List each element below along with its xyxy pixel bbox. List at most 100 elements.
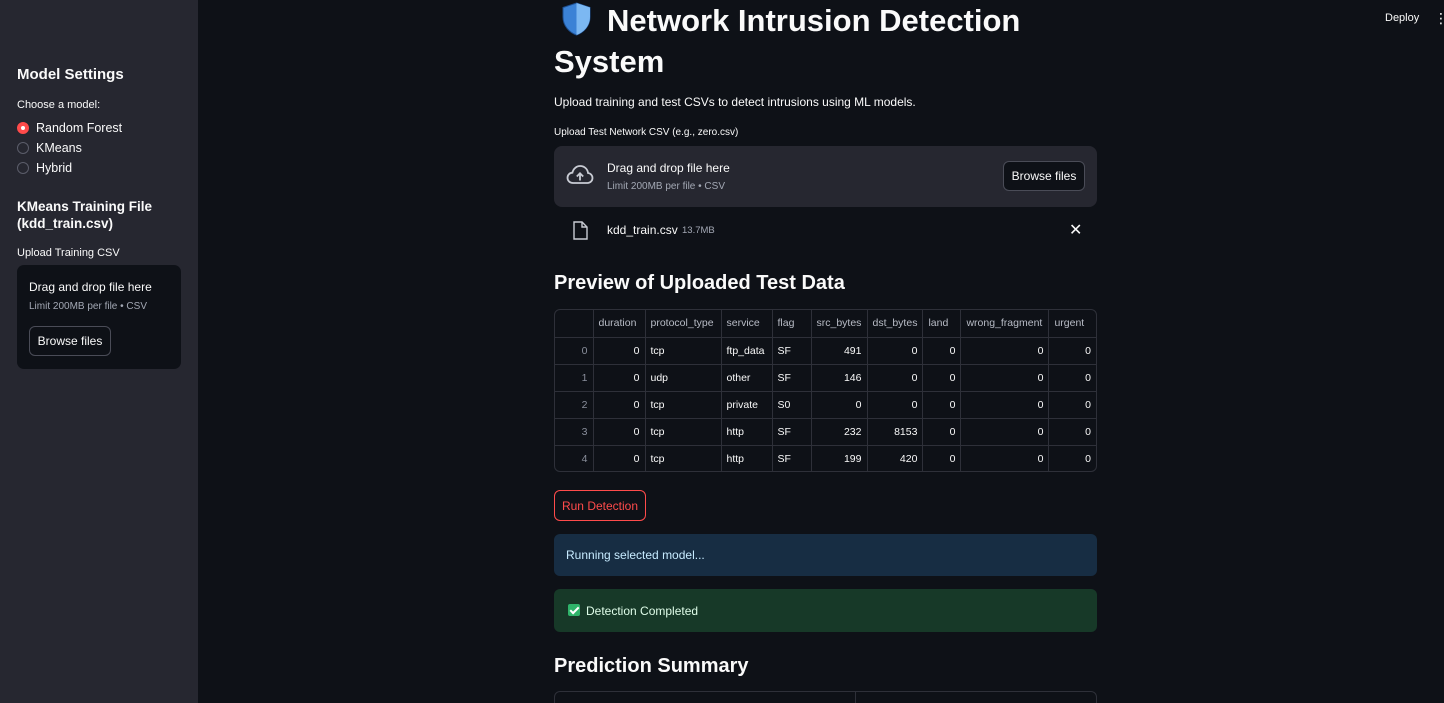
table-cell[interactable]: 0 <box>922 445 962 471</box>
column-header[interactable]: src_bytes <box>811 310 868 338</box>
table-cell[interactable]: ftp_data <box>721 337 773 365</box>
table-cell[interactable]: S0 <box>772 391 812 419</box>
check-icon <box>568 603 580 616</box>
file-icon <box>573 221 588 240</box>
table-cell[interactable]: 0 <box>1049 445 1096 471</box>
table-row: 0 0 tcp ftp_data SF 491 0 0 0 0 <box>555 337 1096 365</box>
table-cell[interactable]: 0 <box>922 418 962 446</box>
dropzone-text: Drag and drop file here <box>607 161 730 175</box>
table-cell[interactable]: 0 <box>960 391 1050 419</box>
table-cell[interactable]: private <box>721 391 773 419</box>
radio-kmeans[interactable]: KMeans <box>17 141 82 155</box>
test-dropzone[interactable]: Drag and drop file here Limit 200MB per … <box>554 146 1097 207</box>
run-detection-button[interactable]: Run Detection <box>554 490 646 521</box>
table-cell[interactable]: 0 <box>960 445 1050 471</box>
table-cell[interactable]: 0 <box>593 445 646 471</box>
main-menu-icon[interactable]: ⋮ <box>1434 10 1444 26</box>
test-upload-label: Upload Test Network CSV (e.g., zero.csv) <box>554 127 739 138</box>
table-cell[interactable]: udp <box>645 364 722 392</box>
info-alert: Running selected model... <box>554 534 1097 576</box>
table-cell[interactable]: http <box>721 418 773 446</box>
table-cell[interactable]: 199 <box>811 445 868 471</box>
table-header-row: duration protocol_type service flag src_… <box>555 310 1096 338</box>
column-divider <box>855 692 856 703</box>
table-cell[interactable]: SF <box>772 445 812 471</box>
table-cell[interactable]: 0 <box>593 418 646 446</box>
dropzone-limit: Limit 200MB per file • CSV <box>607 181 725 192</box>
radio-hybrid[interactable]: Hybrid <box>17 161 72 175</box>
table-row: 1 0 udp other SF 146 0 0 0 0 <box>555 364 1096 392</box>
success-message: Detection Completed <box>586 603 699 618</box>
table-cell[interactable]: 0 <box>960 337 1050 365</box>
radio-label: KMeans <box>36 141 82 155</box>
radio-selected-icon <box>17 122 29 134</box>
table-cell[interactable]: 0 <box>1048 364 1096 392</box>
table-cell[interactable]: 232 <box>811 418 868 446</box>
table-cell[interactable]: 0 <box>593 364 646 392</box>
table-cell[interactable]: 0 <box>593 337 646 365</box>
radio-random-forest[interactable]: Random Forest <box>17 121 122 135</box>
column-header[interactable] <box>555 310 594 338</box>
column-header[interactable]: urgent <box>1048 310 1096 338</box>
uploaded-file-row: kdd_train.csv 13.7MB ✕ <box>554 216 1097 246</box>
dropzone-text: Drag and drop file here <box>29 280 152 294</box>
table-cell[interactable]: 0 <box>593 391 646 419</box>
table-cell[interactable]: 0 <box>922 337 962 365</box>
column-header[interactable]: protocol_type <box>645 310 722 338</box>
summary-heading: Prediction Summary <box>554 655 749 677</box>
table-row: 4 0 tcp http SF 199 420 0 0 0 <box>555 445 1096 471</box>
table-cell[interactable]: 0 <box>960 418 1050 446</box>
table-cell[interactable]: 0 <box>960 364 1050 392</box>
table-cell[interactable]: 0 <box>811 391 868 419</box>
table-cell[interactable]: 0 <box>555 337 594 365</box>
table-cell[interactable]: SF <box>772 418 812 446</box>
table-cell[interactable]: http <box>721 445 773 471</box>
table-cell[interactable]: tcp <box>645 418 722 446</box>
column-header[interactable]: service <box>721 310 773 338</box>
deploy-button[interactable]: Deploy <box>1385 12 1419 24</box>
test-browse-button[interactable]: Browse files <box>1003 161 1085 191</box>
page-title: Network Intrusion Detection System <box>554 3 1021 79</box>
table-cell[interactable]: 2 <box>555 391 594 419</box>
column-header[interactable]: flag <box>772 310 812 338</box>
close-icon[interactable]: ✕ <box>1069 220 1082 240</box>
table-cell[interactable]: tcp <box>645 337 722 365</box>
table-cell[interactable]: 146 <box>811 364 868 392</box>
preview-table[interactable]: duration protocol_type service flag src_… <box>554 309 1097 472</box>
training-dropzone[interactable]: Drag and drop file here Limit 200MB per … <box>17 265 181 369</box>
table-cell[interactable]: 0 <box>922 364 962 392</box>
training-upload-label: Upload Training CSV <box>17 247 120 259</box>
model-select-label: Choose a model: <box>17 99 101 111</box>
table-cell[interactable]: 0 <box>922 391 962 419</box>
table-cell[interactable]: 0 <box>1048 418 1096 446</box>
training-browse-button[interactable]: Browse files <box>29 326 111 356</box>
radio-unselected-icon <box>17 162 29 174</box>
table-cell[interactable]: tcp <box>645 445 722 471</box>
uploaded-file-size: 13.7MB <box>682 225 715 236</box>
sidebar-title: Model Settings <box>17 66 124 83</box>
table-cell[interactable]: 0 <box>867 391 924 419</box>
dropzone-limit: Limit 200MB per file • CSV <box>29 301 147 312</box>
column-header[interactable]: dst_bytes <box>867 310 924 338</box>
column-header[interactable]: duration <box>593 310 646 338</box>
table-cell[interactable]: SF <box>772 337 812 365</box>
table-cell[interactable]: 8153 <box>867 418 924 446</box>
table-cell[interactable]: 3 <box>555 418 594 446</box>
page-subtitle: Upload training and test CSVs to detect … <box>554 95 916 109</box>
table-cell[interactable]: 0 <box>1048 391 1096 419</box>
table-cell[interactable]: 0 <box>867 337 924 365</box>
table-cell[interactable]: other <box>721 364 773 392</box>
table-cell[interactable]: tcp <box>645 391 722 419</box>
table-cell[interactable]: 0 <box>867 364 924 392</box>
column-header[interactable]: wrong_fragment <box>960 310 1050 338</box>
table-cell[interactable]: 1 <box>555 364 594 392</box>
training-file-heading: KMeans Training File (kdd_train.csv) <box>17 199 153 231</box>
table-cell[interactable]: SF <box>772 364 812 392</box>
table-cell[interactable]: 4 <box>555 445 594 471</box>
column-header[interactable]: land <box>922 310 962 338</box>
table-cell[interactable]: 491 <box>811 337 868 365</box>
cloud-upload-icon <box>566 165 594 184</box>
table-cell[interactable]: 420 <box>867 445 924 471</box>
summary-table[interactable] <box>554 691 1097 703</box>
table-cell[interactable]: 0 <box>1048 337 1096 365</box>
